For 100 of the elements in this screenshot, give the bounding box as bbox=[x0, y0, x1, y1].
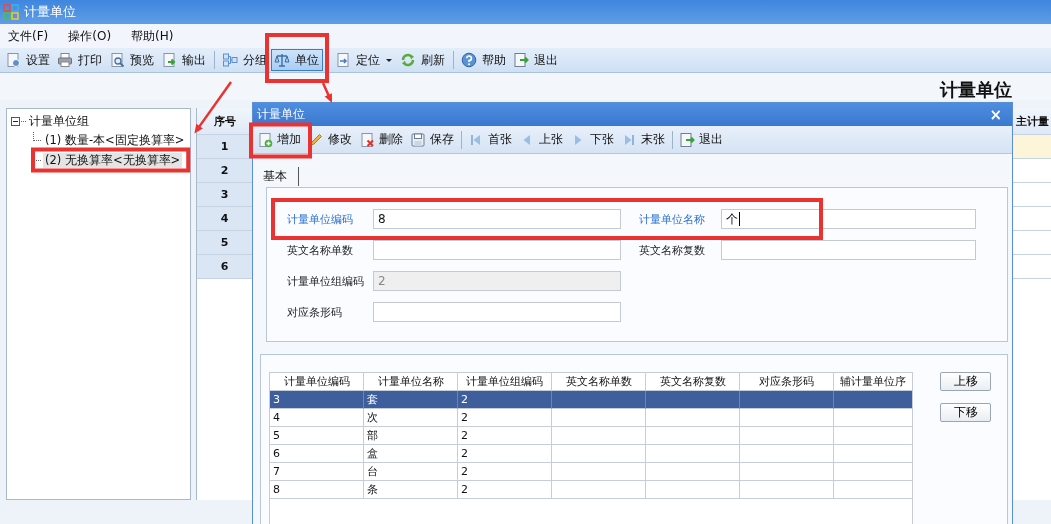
table-cell: 盒 bbox=[364, 445, 458, 463]
annotation-arrow bbox=[321, 82, 332, 103]
menu-item[interactable]: 操作(O) bbox=[61, 27, 119, 45]
column-header: 英文名称复数 bbox=[646, 373, 740, 391]
column-header: 计量单位编码 bbox=[270, 373, 364, 391]
table-cell: 台 bbox=[364, 463, 458, 481]
highlight-box bbox=[249, 122, 312, 159]
preview-icon bbox=[109, 52, 125, 68]
table-cell: 次 bbox=[364, 409, 458, 427]
toolbar-button[interactable]: 刷新 bbox=[397, 49, 449, 71]
exit-icon bbox=[679, 131, 695, 148]
printer-icon bbox=[57, 52, 73, 68]
column-header: 对应条形码 bbox=[740, 373, 834, 391]
column-header: 英文名称单数 bbox=[552, 373, 646, 391]
table-cell: 2 bbox=[458, 427, 552, 445]
field-label: 英文名称复数 bbox=[638, 242, 706, 258]
settings-icon bbox=[5, 52, 21, 68]
toolbar-button[interactable]: 设置 bbox=[2, 49, 54, 71]
help-icon bbox=[461, 52, 477, 68]
row-number: 2 bbox=[197, 159, 253, 183]
exit-icon bbox=[513, 52, 529, 68]
column-header: 计量单位名称 bbox=[364, 373, 458, 391]
delete-icon bbox=[359, 131, 375, 148]
table-cell: 2 bbox=[458, 391, 552, 409]
toolbar-button[interactable]: 退出 bbox=[510, 49, 562, 71]
input-field[interactable] bbox=[721, 240, 976, 260]
toolbar-button[interactable]: 预览 bbox=[106, 49, 158, 71]
table-cell: 2 bbox=[458, 445, 552, 463]
input-field[interactable]: 个 bbox=[721, 209, 976, 229]
table-cell: 套 bbox=[364, 391, 458, 409]
table-cell: 6 bbox=[270, 445, 364, 463]
tree-item[interactable]: (2) 无换算率<无换算率> bbox=[43, 152, 183, 168]
window-title: 计量单位 bbox=[24, 3, 76, 21]
row-number: 6 bbox=[197, 255, 253, 279]
row-number: 5 bbox=[197, 231, 253, 255]
toolbar-button[interactable]: 上张 bbox=[516, 128, 567, 151]
toolbar-button[interactable]: 下张 bbox=[567, 128, 618, 151]
tree-item[interactable]: (1) 数量-本<固定换算率> bbox=[43, 132, 187, 148]
row-number: 3 bbox=[197, 183, 253, 207]
table-row[interactable]: 8 条 2 bbox=[270, 481, 912, 499]
toolbar-button[interactable]: 末张 bbox=[618, 128, 669, 151]
toolbar-button[interactable]: 打印 bbox=[54, 49, 106, 71]
highlight-box bbox=[265, 33, 329, 83]
field-label: 计量单位名称 bbox=[638, 211, 706, 227]
row-number: 4 bbox=[197, 207, 253, 231]
menu-item[interactable]: 帮助(H) bbox=[124, 27, 181, 45]
table-row[interactable]: 4 次 2 bbox=[270, 409, 912, 427]
column-header: 辅计量单位序 bbox=[834, 373, 912, 391]
toolbar-button[interactable]: 分组 bbox=[219, 49, 271, 71]
toolbar-button[interactable]: 退出 bbox=[676, 128, 727, 151]
export-icon bbox=[161, 52, 177, 68]
column-header: 序号 bbox=[197, 108, 253, 135]
refresh-icon bbox=[400, 52, 416, 68]
tab[interactable]: 基本 bbox=[262, 167, 299, 186]
field-label: 英文名称单数 bbox=[286, 242, 354, 258]
table-cell: 部 bbox=[364, 427, 458, 445]
column-header: 计量单位组编码 bbox=[458, 373, 552, 391]
table-cell: 4 bbox=[270, 409, 364, 427]
table-cell: 2 bbox=[458, 409, 552, 427]
tree-item[interactable]: 计量单位组 bbox=[27, 113, 91, 129]
column-header: 主计量 bbox=[1011, 108, 1051, 135]
table-row[interactable]: 3 套 2 bbox=[270, 391, 912, 409]
table-cell: 7 bbox=[270, 463, 364, 481]
toolbar-button[interactable]: 定位 bbox=[332, 49, 397, 71]
group-icon bbox=[222, 52, 238, 68]
field-label: 计量单位组编码 bbox=[286, 273, 365, 289]
table-cell: 8 bbox=[270, 481, 364, 499]
toolbar-button[interactable]: 输出 bbox=[158, 49, 210, 71]
toolbar-button[interactable]: 单位 bbox=[271, 49, 323, 71]
toolbar-button[interactable]: 修改 bbox=[305, 128, 356, 151]
field-label: 计量单位编码 bbox=[286, 211, 354, 227]
toolbar-button[interactable]: 帮助 bbox=[458, 49, 510, 71]
table-cell: 3 bbox=[270, 391, 364, 409]
locate-icon bbox=[335, 52, 351, 68]
table-row[interactable]: 7 台 2 bbox=[270, 463, 912, 481]
table-cell: 5 bbox=[270, 427, 364, 445]
dialog-title: 计量单位 bbox=[257, 106, 305, 123]
input-field[interactable] bbox=[373, 302, 621, 322]
toolbar-button[interactable]: 首张 bbox=[465, 128, 516, 151]
table-row[interactable]: 5 部 2 bbox=[270, 427, 912, 445]
add-icon bbox=[257, 131, 273, 148]
toolbar-button[interactable]: 增加 bbox=[254, 128, 305, 151]
field-label: 对应条形码 bbox=[286, 304, 343, 320]
collapse-icon[interactable] bbox=[11, 116, 20, 126]
move-button[interactable]: 下移 bbox=[940, 403, 991, 422]
table-row[interactable]: 6 盒 2 bbox=[270, 445, 912, 463]
toolbar-button[interactable]: 保存 bbox=[407, 128, 458, 151]
app-logo-icon bbox=[3, 4, 19, 20]
menu-item[interactable]: 文件(F) bbox=[1, 27, 56, 45]
scale-icon bbox=[274, 52, 290, 68]
move-button[interactable]: 上移 bbox=[940, 372, 991, 391]
page-heading: 计量单位 bbox=[940, 80, 1012, 100]
close-button[interactable]: × bbox=[985, 105, 1006, 124]
table-cell: 条 bbox=[364, 481, 458, 499]
table-cell: 2 bbox=[458, 481, 552, 499]
toolbar-button[interactable]: 删除 bbox=[356, 128, 407, 151]
table-cell: 2 bbox=[458, 463, 552, 481]
input-field[interactable] bbox=[373, 240, 621, 260]
input-field[interactable]: 8 bbox=[373, 209, 621, 229]
save-icon bbox=[410, 131, 426, 148]
